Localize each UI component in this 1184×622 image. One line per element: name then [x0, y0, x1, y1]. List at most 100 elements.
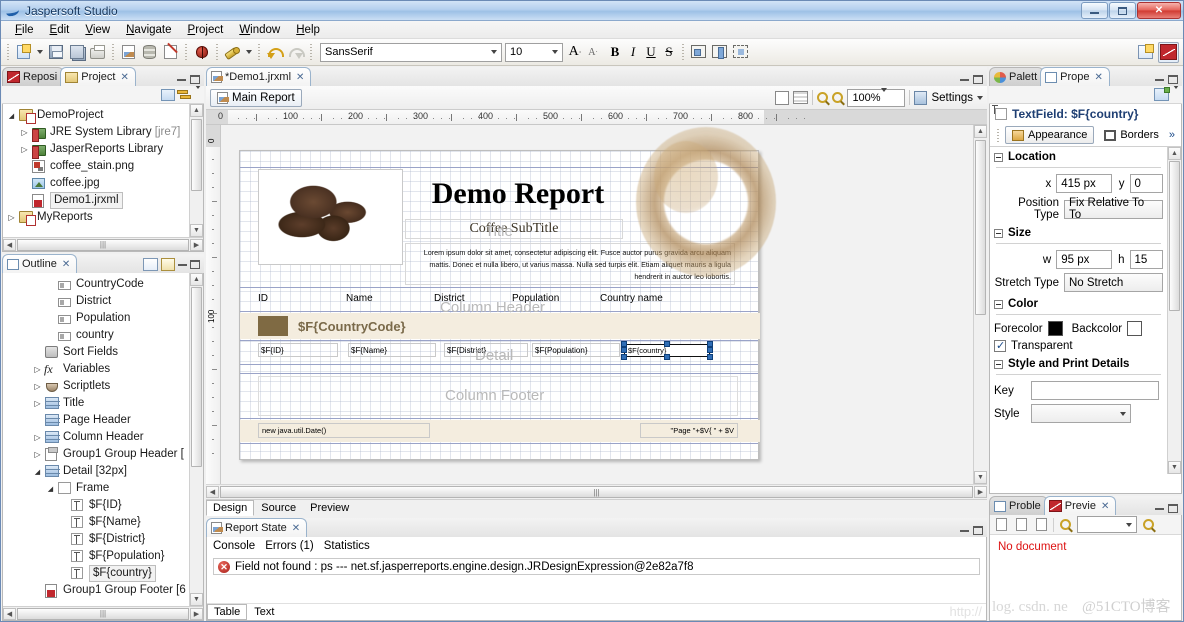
y-input[interactable]: 0: [1130, 174, 1164, 193]
tree-item[interactable]: JRE System Library [jre7]: [3, 124, 188, 141]
outline-horizontal-scrollbar[interactable]: ◀ ||| ▶: [3, 606, 203, 620]
maximize-icon[interactable]: [973, 75, 983, 84]
backcolor-swatch[interactable]: [1127, 321, 1142, 336]
design-canvas[interactable]: Demo Report Coffee SubTitle Lorem ipsum …: [221, 125, 987, 484]
resize-handle-sw[interactable]: [621, 354, 627, 360]
tree-item[interactable]: Frame: [3, 480, 188, 497]
tree-layout-icon[interactable]: [143, 258, 158, 271]
section-location[interactable]: Location: [990, 147, 1167, 165]
tree-item[interactable]: Scriptlets: [3, 378, 188, 395]
resize-handle-n[interactable]: [664, 341, 670, 347]
open-perspective-icon[interactable]: [1134, 42, 1155, 63]
link-with-editor-icon[interactable]: [177, 89, 191, 101]
tab-preview[interactable]: Preview: [303, 500, 356, 516]
properties-icon[interactable]: [161, 258, 175, 271]
toolbar-grip-2[interactable]: [110, 43, 116, 61]
scroll-up-icon[interactable]: ▲: [974, 125, 987, 138]
scroll-thumb[interactable]: [975, 140, 986, 315]
scroll-down-icon[interactable]: ▼: [190, 224, 203, 237]
h-scroll-thumb[interactable]: |||: [220, 486, 973, 498]
size-icon[interactable]: [730, 42, 751, 63]
close-icon[interactable]: ✕: [1095, 72, 1103, 83]
subtab-statistics[interactable]: Statistics: [324, 540, 370, 552]
tree-expander[interactable]: [18, 145, 31, 154]
close-icon[interactable]: ✕: [292, 523, 300, 534]
key-input[interactable]: [1031, 381, 1159, 400]
toolbar-grip-7[interactable]: [680, 43, 686, 61]
tree-item[interactable]: country: [3, 327, 188, 344]
column-header-country[interactable]: Country name: [600, 293, 700, 304]
tab-design[interactable]: Design: [206, 500, 254, 516]
outline-tree[interactable]: CountryCodeDistrictPopulationcountrySort…: [3, 273, 203, 599]
tab-palette[interactable]: Palett: [989, 67, 1044, 86]
tree-item[interactable]: $F{ID}: [3, 497, 188, 514]
scroll-down-icon[interactable]: ▼: [1168, 461, 1181, 474]
menu-help[interactable]: Help: [288, 23, 328, 37]
zoom-dropdown-arrow[interactable]: [881, 92, 887, 104]
tree-item[interactable]: District: [3, 293, 188, 310]
x-input[interactable]: 415 px: [1056, 174, 1111, 193]
tree-expander[interactable]: [31, 450, 44, 459]
tree-item[interactable]: $F{country}: [3, 565, 188, 582]
run-icon[interactable]: [222, 42, 243, 63]
maximize-icon[interactable]: [1168, 75, 1178, 84]
fit-page-icon[interactable]: [1013, 517, 1030, 533]
redo-icon[interactable]: [285, 42, 306, 63]
tree-expander[interactable]: [44, 484, 57, 493]
detail-field-population[interactable]: $F{Population}: [532, 343, 620, 357]
group-field[interactable]: $F{CountryCode}: [298, 317, 598, 336]
debug-icon[interactable]: [191, 42, 212, 63]
scroll-thumb[interactable]: [191, 119, 202, 191]
print-icon[interactable]: [87, 42, 108, 63]
detail-field-country-selected[interactable]: $F{country}: [621, 341, 713, 360]
italic-button[interactable]: I: [624, 42, 642, 62]
collapse-icon[interactable]: [994, 300, 1003, 309]
scroll-down-icon[interactable]: ▼: [190, 593, 203, 606]
tab-problems[interactable]: Proble: [989, 496, 1048, 515]
save-all-icon[interactable]: [66, 42, 87, 63]
tree-expander[interactable]: [31, 433, 44, 442]
menu-navigate[interactable]: Navigate: [118, 23, 179, 37]
decrease-font-size-icon[interactable]: A·: [584, 42, 602, 62]
group-swatch[interactable]: [258, 316, 288, 336]
tree-expander[interactable]: [5, 111, 18, 120]
outline-vertical-scrollbar[interactable]: ▲ ▼: [189, 273, 203, 606]
tree-item[interactable]: Column Header: [3, 429, 188, 446]
ptab-appearance[interactable]: Appearance: [1005, 126, 1094, 144]
pin-editor-icon[interactable]: [1154, 88, 1169, 101]
resize-handle-s[interactable]: [664, 354, 670, 360]
scroll-left-icon[interactable]: ◀: [3, 239, 16, 251]
maximize-icon[interactable]: [1168, 504, 1178, 513]
tree-item[interactable]: coffee.jpg: [3, 175, 188, 192]
tree-item[interactable]: Demo1.jrxml: [3, 192, 188, 209]
close-button[interactable]: ✕: [1137, 2, 1181, 19]
menu-view[interactable]: View: [77, 23, 118, 37]
position-type-dropdown[interactable]: Fix Relative To To: [1064, 200, 1163, 219]
menu-file[interactable]: File: [7, 23, 42, 37]
scroll-thumb[interactable]: [1169, 161, 1180, 311]
bold-button[interactable]: B: [606, 42, 624, 62]
subtab-errors[interactable]: Errors (1): [265, 540, 314, 552]
report-wizard-icon[interactable]: [160, 42, 181, 63]
tree-item[interactable]: CountryCode: [3, 276, 188, 293]
new-dropdown-arrow[interactable]: [34, 42, 45, 63]
tree-item[interactable]: $F{District}: [3, 531, 188, 548]
tab-properties[interactable]: Prope ✕: [1040, 67, 1110, 86]
project-vertical-scrollbar[interactable]: ▲ ▼: [189, 104, 203, 237]
tree-item[interactable]: Sort Fields: [3, 344, 188, 361]
collapse-all-icon[interactable]: [161, 89, 175, 101]
tree-expander[interactable]: [31, 399, 44, 408]
tree-item[interactable]: $F{Population}: [3, 548, 188, 565]
show-grid-icon[interactable]: [793, 91, 808, 104]
tree-expander[interactable]: [5, 213, 18, 222]
close-icon[interactable]: ✕: [62, 259, 70, 270]
maximize-button[interactable]: [1109, 2, 1136, 19]
report-title[interactable]: Demo Report: [388, 171, 648, 216]
align-center-icon[interactable]: [709, 42, 730, 63]
tab-source[interactable]: Source: [254, 500, 303, 516]
toolbar-grip[interactable]: [5, 43, 11, 61]
close-icon[interactable]: ✕: [121, 72, 129, 83]
menu-edit[interactable]: Edit: [42, 23, 78, 37]
section-size[interactable]: Size: [990, 223, 1167, 241]
minimize-button[interactable]: [1081, 2, 1108, 19]
